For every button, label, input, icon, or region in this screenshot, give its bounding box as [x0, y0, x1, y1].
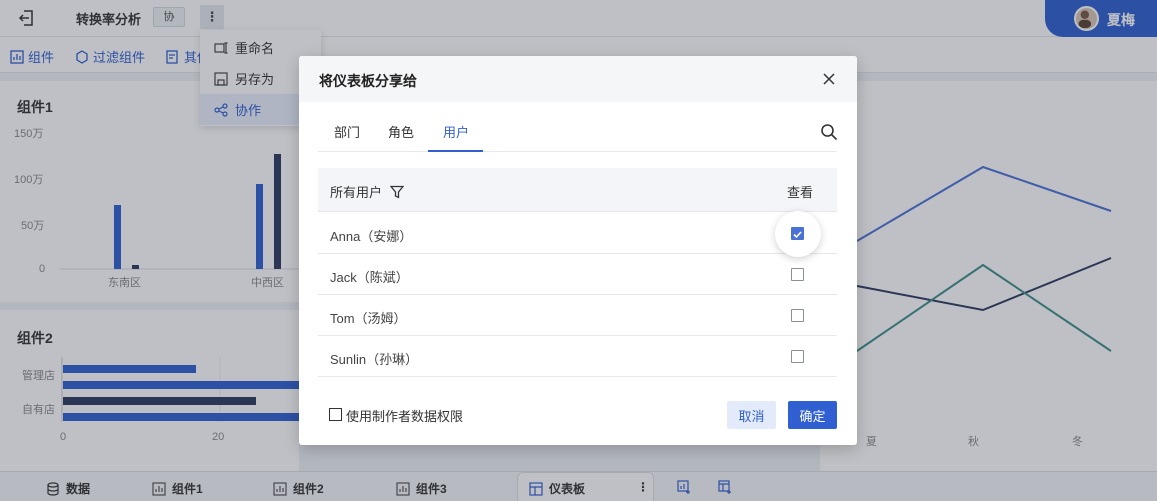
creator-permission-label[interactable]: 使用制作者数据权限: [346, 406, 463, 425]
tab-department[interactable]: 部门: [334, 122, 360, 152]
share-tabs: 部门 角色 用户: [318, 118, 837, 152]
view-permission-checkbox[interactable]: [791, 268, 804, 281]
cancel-button[interactable]: 取消: [727, 401, 776, 429]
user-row: Sunlin（孙琳）: [318, 336, 837, 377]
user-row: Tom（汤姆）: [318, 295, 837, 336]
view-permission-checkbox[interactable]: [791, 350, 804, 363]
close-icon[interactable]: [821, 71, 837, 87]
user-row: Anna（安娜）: [318, 211, 837, 257]
all-users-label: 所有用户: [330, 185, 383, 200]
check-icon: [793, 231, 802, 239]
all-users-header: 所有用户: [330, 182, 405, 201]
view-permission-checkbox[interactable]: [791, 309, 804, 322]
user-name: Sunlin（孙琳）: [330, 352, 419, 367]
user-table-header: 所有用户 查看: [318, 168, 837, 212]
dialog-header: 将仪表板分享给: [299, 56, 857, 102]
tab-user[interactable]: 用户: [428, 122, 483, 152]
dialog-title: 将仪表板分享给: [319, 73, 417, 89]
view-column-header: 查看: [786, 185, 813, 200]
tab-role[interactable]: 角色: [388, 122, 414, 152]
search-icon[interactable]: [820, 123, 838, 141]
creator-permission-checkbox[interactable]: [329, 408, 342, 421]
confirm-button[interactable]: 确定: [788, 401, 837, 429]
user-name: Anna（安娜）: [330, 229, 413, 244]
user-name: Jack（陈斌）: [330, 270, 409, 285]
user-name: Tom（汤姆）: [330, 311, 407, 326]
view-permission-checkbox[interactable]: [791, 227, 804, 240]
user-row: Jack（陈斌）: [318, 254, 837, 295]
share-dialog: 将仪表板分享给 部门 角色 用户 所有用户 查看 Anna（安娜） Jack（陈…: [299, 56, 857, 445]
filter-icon[interactable]: [390, 185, 405, 199]
